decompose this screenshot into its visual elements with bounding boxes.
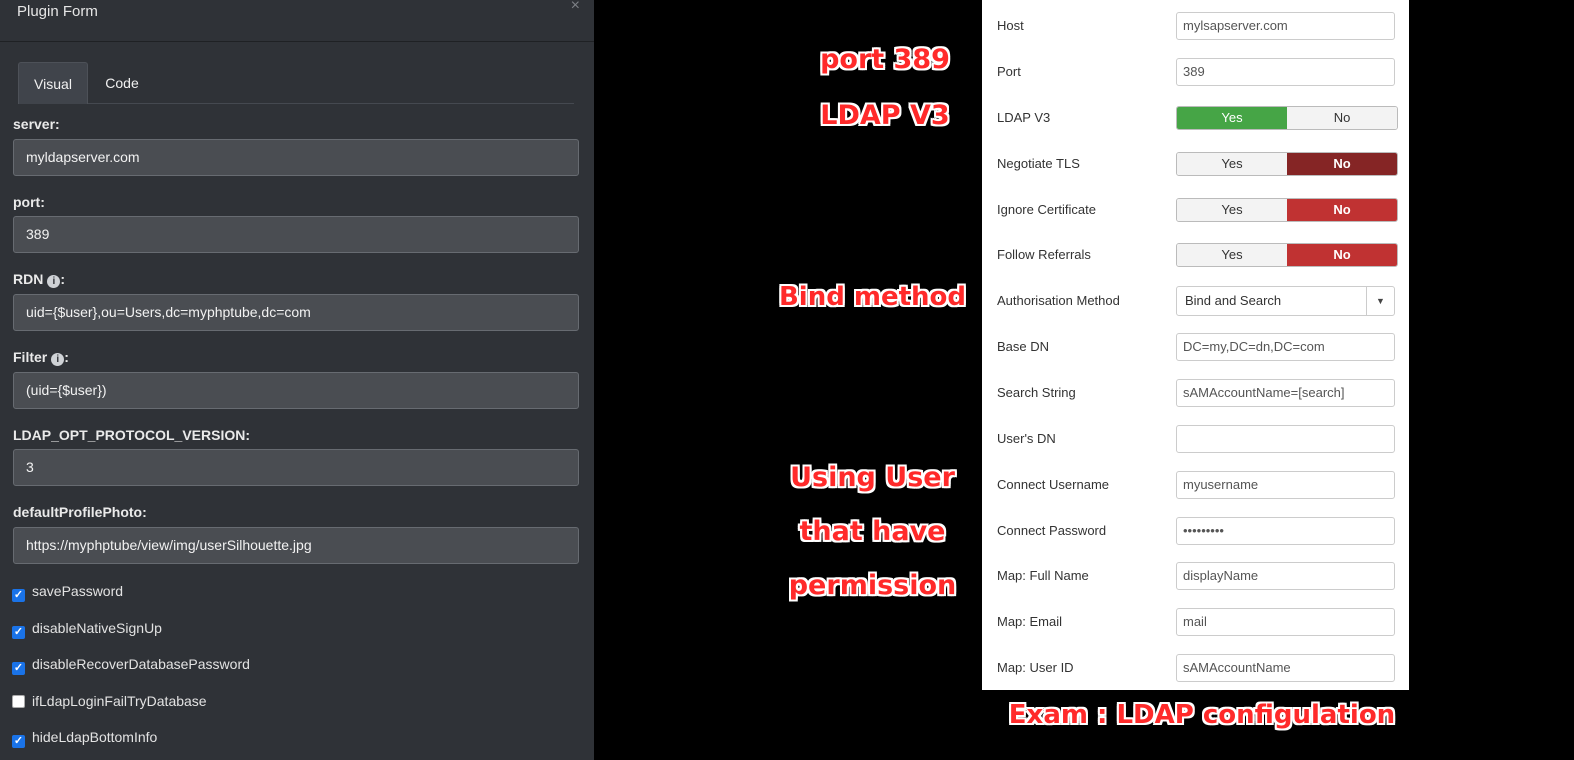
tab-visual[interactable]: Visual — [18, 62, 88, 104]
port-input[interactable]: 389 — [13, 216, 579, 253]
host-input[interactable]: mylsapserver.com — [1176, 12, 1395, 40]
checkbox-checked-icon[interactable] — [12, 662, 25, 675]
annotation-bind-method: Bind method — [778, 282, 967, 312]
users-dn-input[interactable] — [1176, 425, 1395, 453]
ldap-v3-no-button[interactable]: No — [1287, 107, 1397, 129]
filter-input[interactable]: (uid={$user}) — [13, 372, 579, 409]
follow-referrals-no-button[interactable]: No — [1287, 244, 1397, 266]
ldap-v3-toggle[interactable]: Yes No — [1176, 106, 1398, 130]
connect-password-input[interactable]: ••••••••• — [1176, 517, 1395, 545]
annotation-permission: permission — [788, 570, 957, 601]
info-icon[interactable]: i — [51, 353, 65, 366]
annotation-that-have: that have — [799, 516, 946, 547]
port-input[interactable]: 389 — [1176, 58, 1395, 86]
negotiate-tls-toggle[interactable]: Yes No — [1176, 152, 1398, 176]
filter-label-text: Filter — [13, 349, 48, 365]
checkbox-label: disableRecoverDatabasePassword — [32, 656, 250, 672]
rdn-input[interactable]: uid={$user},ou=Users,dc=myphptube,dc=com — [13, 294, 579, 331]
auth-method-value: Bind and Search — [1185, 293, 1282, 308]
users-dn-label: User's DN — [997, 431, 1056, 446]
checkbox-if-ldap-login-fail[interactable]: ifLdapLoginFailTryDatabase — [12, 693, 207, 711]
map-user-id-label: Map: User ID — [997, 660, 1074, 675]
tab-code[interactable]: Code — [96, 62, 148, 104]
map-email-label: Map: Email — [997, 614, 1063, 629]
connect-username-label: Connect Username — [997, 477, 1109, 492]
annotation-caption: Exam : LDAP configulation — [1008, 700, 1396, 730]
checkbox-label: ifLdapLoginFailTryDatabase — [32, 693, 207, 709]
default-profile-photo-label: defaultProfilePhoto: — [13, 504, 147, 520]
checkbox-label: hideLdapBottomInfo — [32, 729, 158, 745]
ldap-v3-yes-button[interactable]: Yes — [1177, 107, 1287, 129]
checkbox-label: savePassword — [32, 583, 124, 599]
close-icon[interactable]: × — [571, 0, 580, 15]
rdn-label: RDN i: — [13, 271, 65, 288]
checkbox-disable-native-signup[interactable]: disableNativeSignUp — [12, 620, 162, 639]
map-full-name-label: Map: Full Name — [997, 568, 1089, 583]
annotation-using-user: Using User — [790, 462, 955, 493]
filter-label-suffix: : — [64, 349, 69, 365]
follow-referrals-yes-button[interactable]: Yes — [1177, 244, 1287, 266]
checkbox-label: disableNativeSignUp — [32, 620, 162, 636]
map-email-input[interactable]: mail — [1176, 608, 1395, 636]
map-full-name-input[interactable]: displayName — [1176, 562, 1395, 590]
plugin-form-panel: Plugin Form × Visual Code server: myldap… — [0, 0, 594, 760]
plugin-form-title: Plugin Form — [17, 3, 98, 20]
protocol-version-input[interactable]: 3 — [13, 449, 579, 486]
base-dn-input[interactable]: DC=my,DC=dn,DC=com — [1176, 333, 1395, 361]
map-user-id-input[interactable]: sAMAccountName — [1176, 654, 1395, 682]
base-dn-label: Base DN — [997, 339, 1050, 354]
search-string-input[interactable]: sAMAccountName=[search] — [1176, 379, 1395, 407]
ignore-certificate-label: Ignore Certificate — [997, 202, 1096, 217]
ldap-config-form: Host mylsapserver.com Port 389 LDAP V3 Y… — [982, 0, 1409, 690]
plugin-form-header: Plugin Form × — [0, 0, 594, 42]
ldap-v3-label: LDAP V3 — [997, 110, 1051, 125]
connect-username-input[interactable]: myusername — [1176, 471, 1395, 499]
checkbox-checked-icon[interactable] — [12, 626, 25, 639]
ignore-certificate-no-button[interactable]: No — [1287, 199, 1397, 221]
negotiate-tls-label: Negotiate TLS — [997, 156, 1080, 171]
checkbox-checked-icon[interactable] — [12, 589, 25, 602]
rdn-label-suffix: : — [60, 271, 66, 287]
filter-label: Filter i: — [13, 349, 69, 366]
follow-referrals-toggle[interactable]: Yes No — [1176, 243, 1398, 267]
annotation-ldap-v3: LDAP V3 — [820, 100, 950, 131]
tab-bar: Visual Code — [18, 62, 574, 104]
ignore-certificate-toggle[interactable]: Yes No — [1176, 198, 1398, 222]
server-input[interactable]: myldapserver.com — [13, 139, 579, 176]
checkbox-disable-recover-db-password[interactable]: disableRecoverDatabasePassword — [12, 656, 250, 675]
server-label: server: — [13, 116, 60, 132]
host-label: Host — [997, 18, 1024, 33]
port-label: Port — [997, 64, 1021, 79]
annotation-port: port 389 — [820, 44, 950, 75]
checkbox-unchecked-icon[interactable] — [12, 695, 25, 708]
default-profile-photo-input[interactable]: https://myphptube/view/img/userSilhouett… — [13, 527, 579, 564]
auth-method-label: Authorisation Method — [997, 293, 1120, 308]
ignore-certificate-yes-button[interactable]: Yes — [1177, 199, 1287, 221]
chevron-down-icon[interactable]: ▼ — [1366, 287, 1394, 315]
negotiate-tls-no-button[interactable]: No — [1287, 153, 1397, 175]
checkbox-hide-ldap-bottom-info[interactable]: hideLdapBottomInfo — [12, 729, 158, 748]
rdn-label-text: RDN — [13, 271, 44, 287]
search-string-label: Search String — [997, 385, 1076, 400]
follow-referrals-label: Follow Referrals — [997, 247, 1091, 262]
screenshot: Plugin Form × Visual Code server: myldap… — [0, 0, 1574, 760]
info-icon[interactable]: i — [47, 275, 61, 288]
checkbox-save-password[interactable]: savePassword — [12, 583, 124, 602]
connect-password-label: Connect Password — [997, 523, 1107, 538]
negotiate-tls-yes-button[interactable]: Yes — [1177, 153, 1287, 175]
protocol-version-label: LDAP_OPT_PROTOCOL_VERSION: — [13, 427, 251, 443]
port-label: port: — [13, 194, 45, 210]
auth-method-select[interactable]: Bind and Search ▼ — [1176, 286, 1395, 316]
checkbox-checked-icon[interactable] — [12, 735, 25, 748]
